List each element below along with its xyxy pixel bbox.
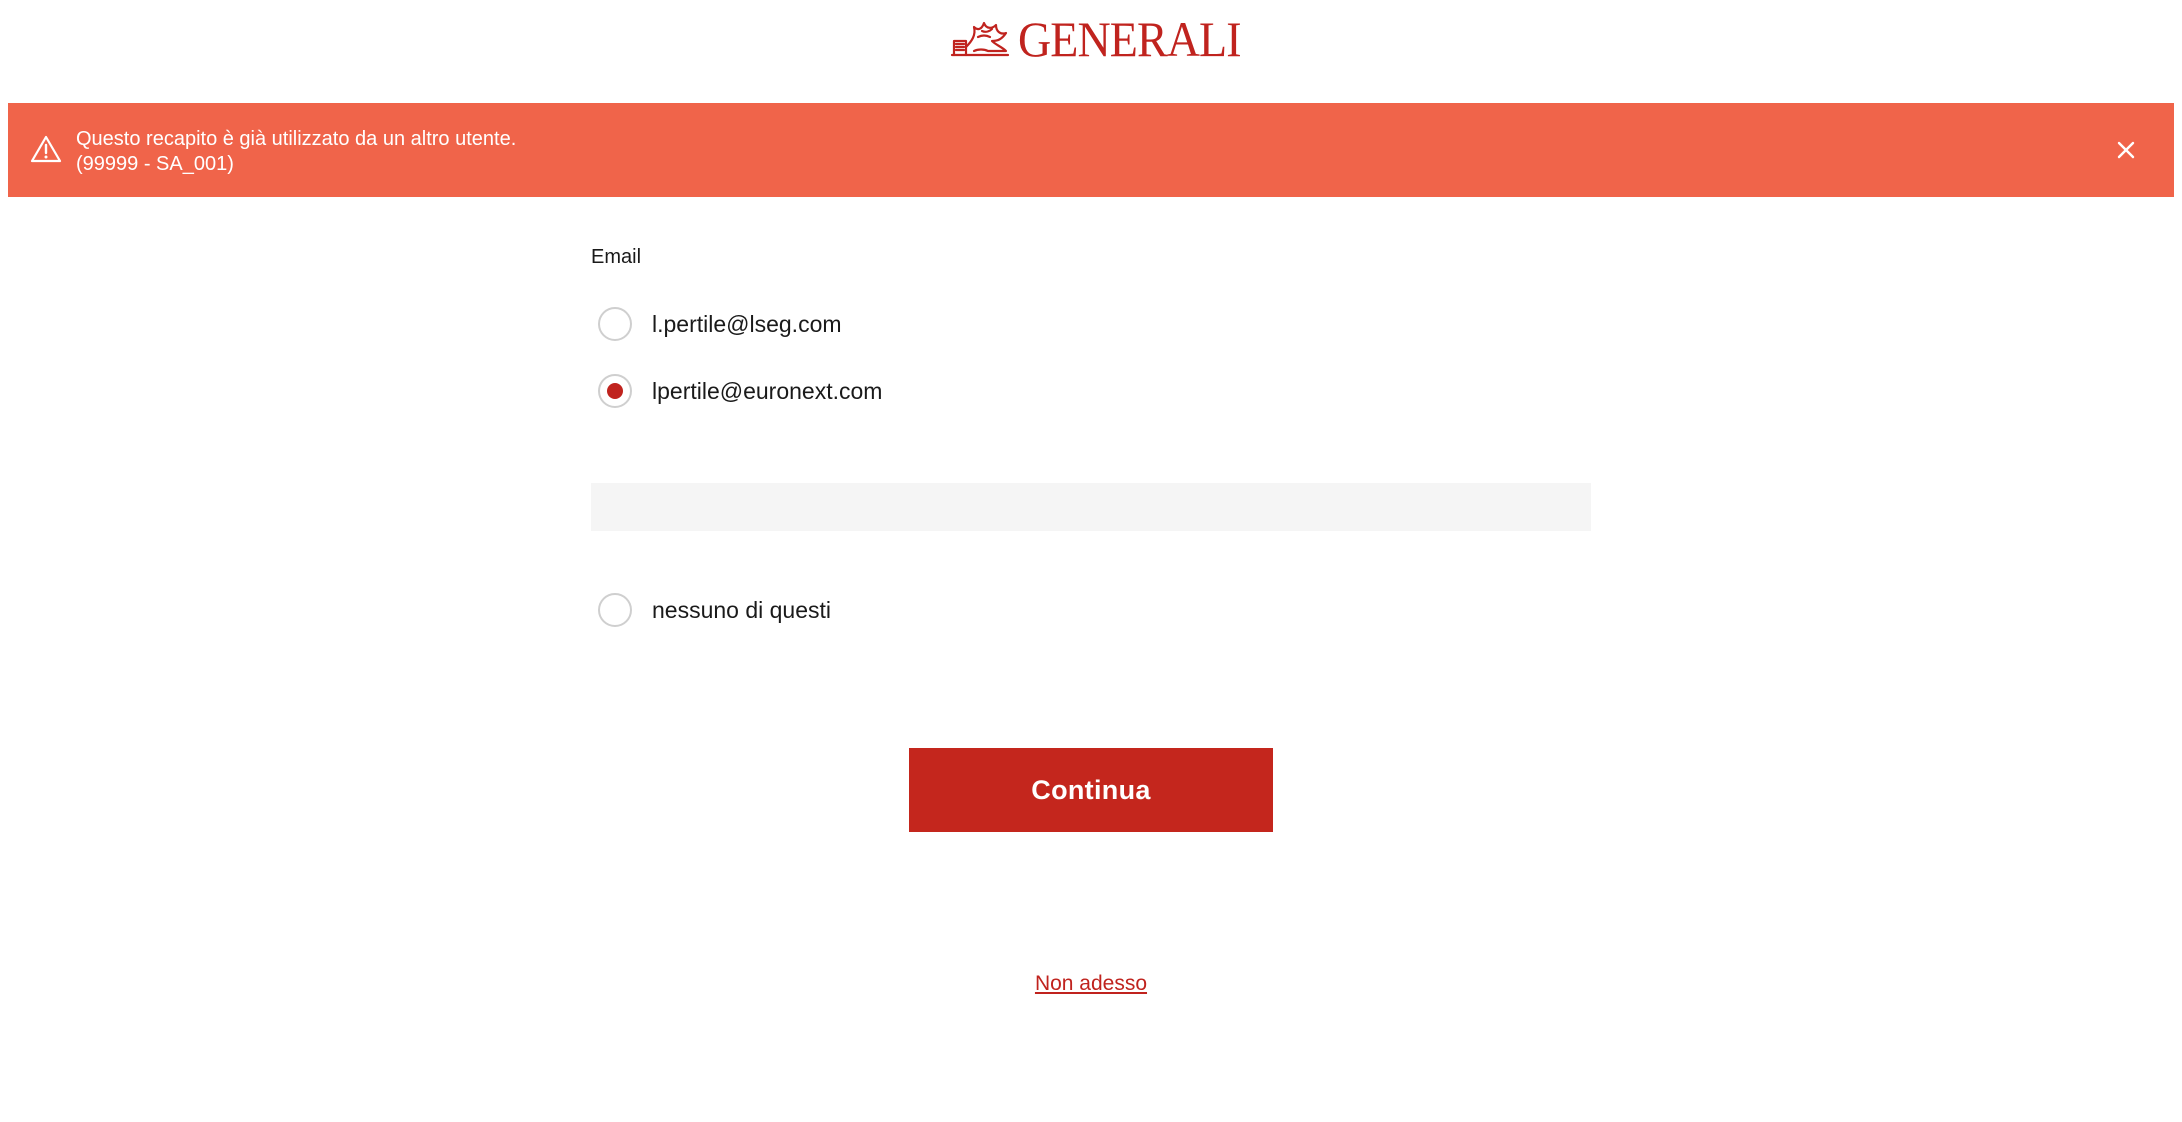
alert-message: Questo recapito è già utilizzato da un a… bbox=[76, 128, 517, 150]
warning-icon bbox=[30, 135, 62, 163]
radio-label: l.pertile@lseg.com bbox=[652, 310, 842, 337]
email-option-none[interactable]: nessuno di questi bbox=[598, 593, 831, 627]
error-alert: Questo recapito è già utilizzato da un a… bbox=[8, 103, 2174, 197]
close-icon[interactable] bbox=[2114, 138, 2138, 162]
continue-button[interactable]: Continua bbox=[909, 748, 1273, 832]
email-option-lseg[interactable]: l.pertile@lseg.com bbox=[598, 307, 842, 341]
brand-name: GENERALI bbox=[1018, 11, 1242, 67]
alert-code: (99999 - SA_001) bbox=[76, 153, 234, 175]
generali-logo: GENERALI bbox=[948, 14, 1260, 64]
radio-label: lpertile@euronext.com bbox=[652, 377, 883, 404]
lion-icon bbox=[950, 21, 1010, 57]
not-now-container: Non adesso bbox=[0, 972, 2182, 996]
separator-panel bbox=[591, 483, 1591, 531]
email-option-euronext[interactable]: lpertile@euronext.com bbox=[598, 374, 882, 408]
radio-button-selected[interactable] bbox=[598, 374, 632, 408]
radio-label: nessuno di questi bbox=[652, 596, 832, 623]
not-now-link[interactable]: Non adesso bbox=[1035, 972, 1147, 995]
radio-button[interactable] bbox=[598, 307, 632, 341]
alert-text: Questo recapito è già utilizzato da un a… bbox=[76, 127, 516, 177]
email-label: Email bbox=[591, 246, 642, 268]
page: GENERALI Questo recapito è già utilizzat… bbox=[0, 0, 2182, 1122]
radio-button[interactable] bbox=[598, 593, 632, 627]
